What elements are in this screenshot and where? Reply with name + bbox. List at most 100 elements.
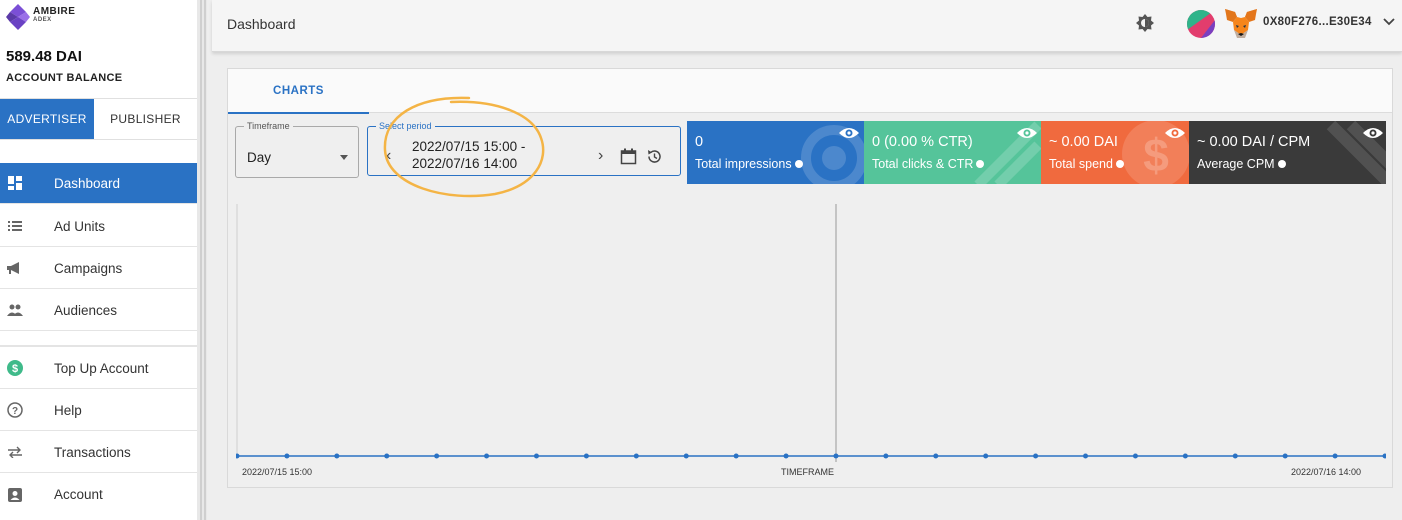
tab-advertiser[interactable]: ADVERTISER [0, 99, 94, 139]
chevron-left-icon[interactable]: ‹ [386, 147, 391, 165]
period-label: Select period [379, 121, 432, 131]
data-point[interactable] [334, 453, 340, 459]
ambire-logo-icon [6, 4, 30, 30]
eye-icon[interactable] [1165, 126, 1185, 140]
x-axis-end-label: 2022/07/16 14:00 [1291, 467, 1362, 477]
stat-label: Total clicks & CTR [872, 157, 985, 171]
sidebar-item-transactions[interactable]: Transactions [0, 432, 197, 473]
people-icon [7, 302, 23, 318]
stat-value: ~ 0.00 DAI [1049, 134, 1118, 150]
stat-label: Average CPM [1197, 157, 1286, 171]
data-point[interactable] [833, 453, 839, 459]
list-icon [7, 218, 23, 234]
data-point[interactable] [633, 453, 639, 459]
sidebar-item-account[interactable]: Account [0, 474, 197, 515]
data-point[interactable] [883, 453, 889, 459]
stat-label: Total impressions [695, 157, 803, 171]
dashboard-icon [7, 175, 23, 191]
data-point[interactable] [533, 453, 539, 459]
period-picker: Select period ‹ 2022/07/15 15:00 - 2022/… [367, 121, 681, 176]
stat-card-impressions: 0 Total impressions [687, 121, 864, 184]
sidebar-divider [0, 345, 197, 347]
swap-arrows-icon [7, 444, 23, 460]
top-bar: Dashboard 0X80F276...E30E34 [212, 0, 1402, 52]
data-point[interactable] [933, 453, 939, 459]
page-title: Dashboard [227, 16, 296, 32]
sidebar-item-ad-units[interactable]: Ad Units [0, 206, 197, 247]
eye-icon[interactable] [839, 126, 859, 140]
data-point[interactable] [683, 453, 689, 459]
tab-charts[interactable]: CHARTS [228, 69, 369, 114]
charts-panel: CHARTS Timeframe Day Select period ‹ 202… [227, 68, 1393, 488]
chart-series [236, 453, 1387, 459]
sidebar-item-label: Audiences [54, 302, 118, 318]
brand-name: AMBIRE [33, 6, 76, 17]
metamask-fox-icon [1225, 9, 1257, 38]
brightness-icon[interactable] [1136, 14, 1154, 32]
sidebar-item-label: Transactions [54, 444, 131, 460]
dropdown-caret-icon [340, 155, 348, 160]
megaphone-icon [7, 260, 23, 276]
info-icon[interactable] [794, 160, 803, 168]
eye-icon[interactable] [1363, 126, 1383, 140]
svg-text:$: $ [12, 363, 18, 375]
chevron-right-icon[interactable]: › [598, 147, 603, 165]
x-axis-title: TIMEFRAME [781, 467, 834, 477]
data-point[interactable] [1232, 453, 1238, 459]
sidebar-item-label: Campaigns [54, 260, 123, 276]
wallet-address[interactable]: 0X80F276...E30E34 [1263, 16, 1372, 28]
data-point[interactable] [1083, 453, 1089, 459]
history-clock-icon[interactable] [646, 148, 663, 165]
info-icon[interactable] [1115, 160, 1124, 168]
stat-card-spend: $ ~ 0.00 DAI Total spend [1041, 121, 1189, 184]
data-point[interactable] [284, 453, 290, 459]
data-point[interactable] [1282, 453, 1288, 459]
info-icon[interactable] [976, 160, 985, 168]
sidebar-item-dashboard[interactable]: Dashboard [0, 163, 197, 204]
data-point[interactable] [1182, 453, 1188, 459]
help-icon: ? [7, 402, 23, 418]
sidebar-resize-handle[interactable] [197, 0, 207, 520]
period-range[interactable]: 2022/07/15 15:00 - 2022/07/16 14:00 [412, 138, 525, 172]
data-point[interactable] [1382, 453, 1387, 459]
data-point[interactable] [236, 453, 240, 459]
avatar[interactable] [1187, 10, 1215, 38]
data-point[interactable] [783, 453, 789, 459]
tab-publisher[interactable]: PUBLISHER [94, 99, 197, 139]
timeframe-line-chart [236, 204, 1387, 462]
stat-card-cpm: ~ 0.00 DAI / CPM Average CPM [1189, 121, 1386, 184]
stat-value: ~ 0.00 DAI / CPM [1197, 134, 1311, 150]
data-point[interactable] [733, 453, 739, 459]
info-icon[interactable] [1277, 160, 1286, 168]
chevron-down-icon[interactable] [1383, 17, 1395, 27]
dollar-icon: $ [7, 360, 23, 376]
data-point[interactable] [434, 453, 440, 459]
stat-value: 0 [695, 134, 704, 150]
sidebar-item-campaigns[interactable]: Campaigns [0, 248, 197, 289]
data-point[interactable] [583, 453, 589, 459]
account-box-icon [7, 487, 23, 503]
role-tabs: ADVERTISER PUBLISHER [0, 98, 197, 140]
sidebar-item-top-up[interactable]: $ Top Up Account [0, 348, 197, 389]
data-point[interactable] [1132, 453, 1138, 459]
data-point[interactable] [484, 453, 490, 459]
timeframe-select[interactable]: Timeframe Day [235, 121, 359, 178]
data-point[interactable] [384, 453, 390, 459]
tab-bar: CHARTS [228, 69, 1392, 114]
sidebar-item-help[interactable]: ? Help [0, 390, 197, 431]
eye-icon[interactable] [1017, 126, 1037, 140]
svg-text:?: ? [12, 406, 18, 417]
sidebar-item-label: Account [54, 487, 103, 502]
calendar-icon[interactable] [620, 148, 637, 165]
sidebar-item-label: Ad Units [54, 218, 106, 234]
data-point[interactable] [983, 453, 989, 459]
data-point[interactable] [1033, 453, 1039, 459]
stat-card-clicks: 0 (0.00 % CTR) Total clicks & CTR [864, 121, 1041, 184]
period-start: 2022/07/15 15:00 - [412, 139, 526, 154]
period-end: 2022/07/16 14:00 [412, 156, 518, 171]
ambire-logo[interactable]: AMBIRE ADEX [6, 4, 75, 30]
x-axis-start-label: 2022/07/15 15:00 [242, 467, 313, 477]
stat-value: 0 (0.00 % CTR) [872, 134, 973, 150]
sidebar-item-audiences[interactable]: Audiences [0, 290, 197, 331]
data-point[interactable] [1332, 453, 1338, 459]
